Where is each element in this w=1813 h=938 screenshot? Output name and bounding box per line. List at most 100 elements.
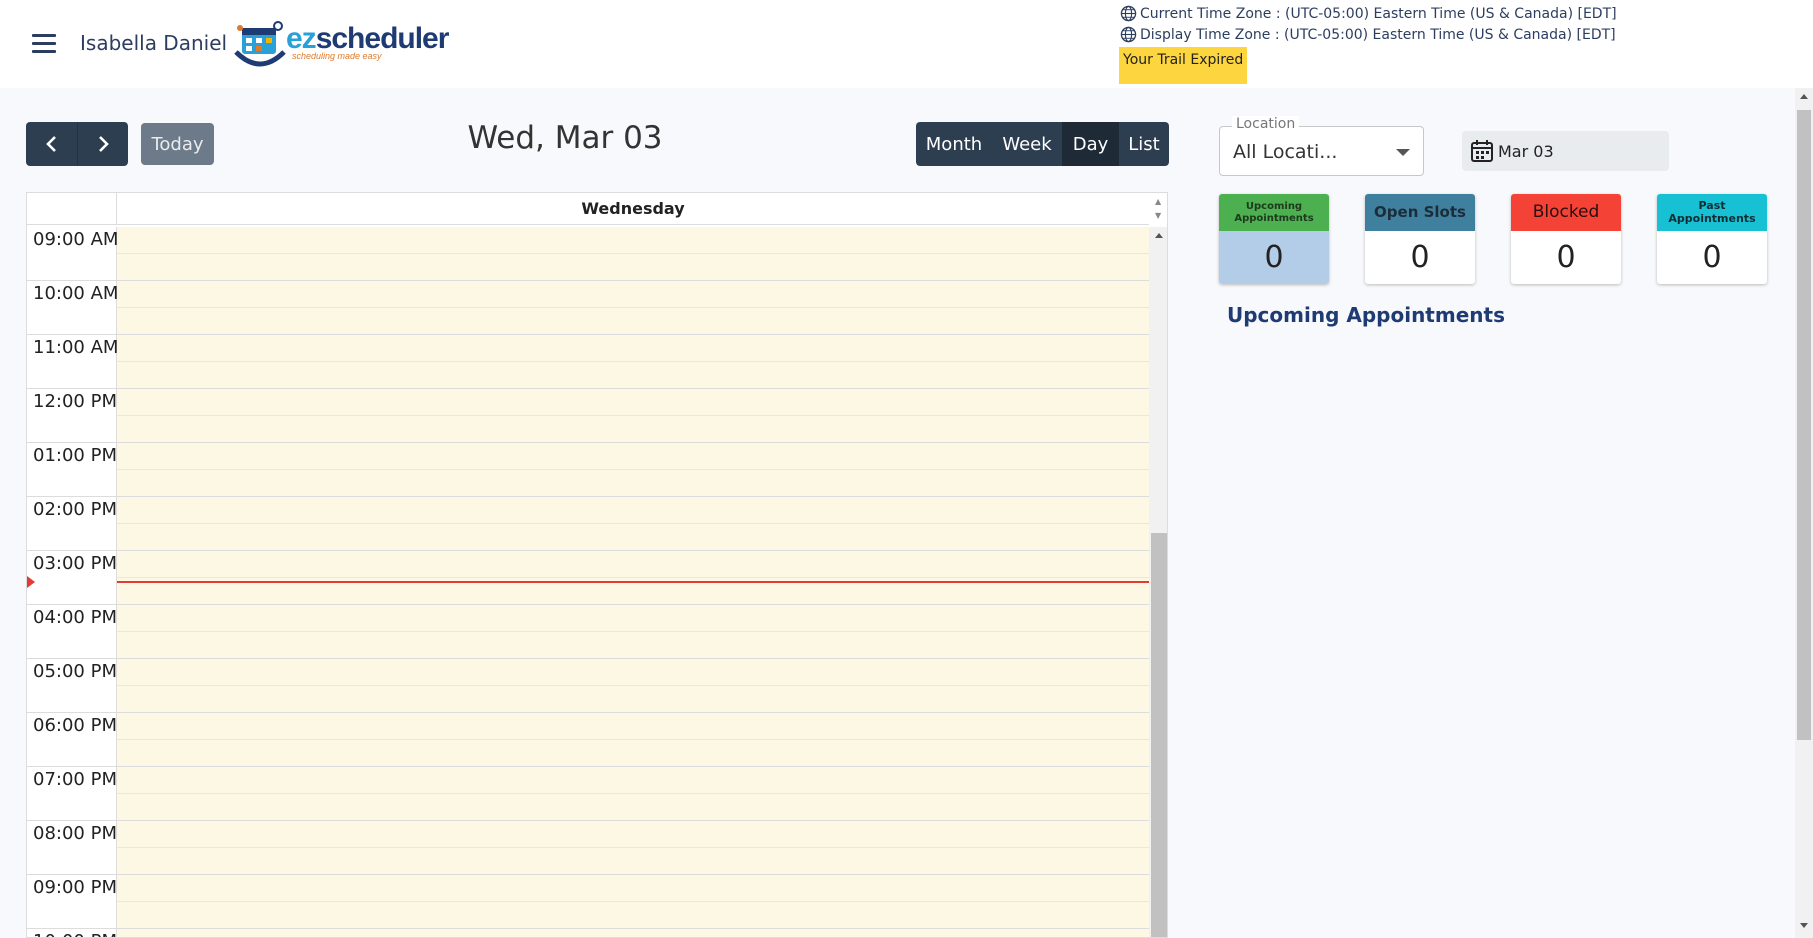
- view-week-button[interactable]: Week: [992, 122, 1062, 166]
- time-slot-label: 05:00 PM: [33, 661, 117, 682]
- hamburger-menu-icon[interactable]: [32, 34, 56, 54]
- trial-expired-badge: Your Trail Expired: [1119, 47, 1248, 84]
- half-hour-gridline: [117, 307, 1149, 308]
- logo-tagline: scheduling made easy: [292, 51, 382, 61]
- half-hour-gridline: [117, 901, 1149, 902]
- ezscheduler-logo[interactable]: ezscheduler scheduling made easy: [232, 18, 449, 70]
- time-slot-row[interactable]: 12:00 PM: [27, 389, 1149, 443]
- next-button[interactable]: [77, 122, 128, 166]
- half-hour-gridline: [117, 253, 1149, 254]
- upcoming-appointments-card[interactable]: Upcoming Appointments 0: [1219, 194, 1329, 284]
- day-calendar: Wednesday ▲ ▼ 09:00 AM 10:00 AM 11:00 AM 12…: [26, 192, 1168, 938]
- location-select[interactable]: All Locati...: [1219, 126, 1424, 176]
- view-day-button[interactable]: Day: [1062, 122, 1119, 166]
- prev-button[interactable]: [26, 122, 77, 166]
- time-slot-row[interactable]: 09:00 PM: [27, 875, 1149, 929]
- calendar-nav-group: [26, 122, 128, 166]
- today-button[interactable]: Today: [141, 123, 214, 165]
- time-slot-row[interactable]: 03:00 PM: [27, 551, 1149, 605]
- time-slot-label: 07:00 PM: [33, 769, 117, 790]
- time-slot-row[interactable]: 08:00 PM: [27, 821, 1149, 875]
- calendar-time-grid: 09:00 AM 10:00 AM 11:00 AM 12:00 PM 01:00 PM…: [27, 227, 1149, 937]
- display-timezone: Display Time Zone : (UTC-05:00) Eastern …: [1120, 26, 1616, 43]
- time-slot-label: 09:00 AM: [33, 229, 119, 250]
- half-hour-gridline: [117, 361, 1149, 362]
- chevron-right-icon: [99, 136, 109, 152]
- blocked-count: 0: [1556, 240, 1576, 275]
- top-header: Isabella Daniel ezscheduler scheduling m…: [0, 0, 1813, 88]
- date-picker-value: Mar 03: [1498, 141, 1554, 161]
- now-indicator-arrow: [27, 576, 35, 588]
- time-slot-label: 08:00 PM: [33, 823, 117, 844]
- time-slot-label: 03:00 PM: [33, 553, 117, 574]
- page-scrollbar[interactable]: [1795, 88, 1813, 938]
- view-list-button[interactable]: List: [1119, 122, 1169, 166]
- half-hour-gridline: [117, 847, 1149, 848]
- upcoming-appointments-heading: Upcoming Appointments: [1227, 303, 1505, 327]
- scroll-up-arrow-icon[interactable]: [1800, 94, 1808, 99]
- user-name: Isabella Daniel: [80, 31, 228, 55]
- page-scrollbar-thumb[interactable]: [1797, 110, 1811, 740]
- blocked-card[interactable]: Blocked 0: [1511, 194, 1621, 284]
- upcoming-appointments-label: Upcoming Appointments: [1219, 194, 1329, 231]
- half-hour-gridline: [117, 631, 1149, 632]
- half-hour-gridline: [117, 739, 1149, 740]
- time-slot-label: 10:00 PM: [33, 931, 117, 937]
- calendar-title: Wed, Mar 03: [467, 120, 663, 156]
- caret-down-icon: [1396, 149, 1410, 156]
- time-slot-row[interactable]: 02:00 PM: [27, 497, 1149, 551]
- past-appointments-label: Past Appointments: [1657, 194, 1767, 231]
- date-picker[interactable]: Mar 03: [1462, 131, 1669, 171]
- header-scroll-arrows[interactable]: ▲ ▼: [1149, 193, 1167, 225]
- current-timezone-text: Current Time Zone : (UTC-05:00) Eastern …: [1140, 5, 1617, 22]
- time-slot-row[interactable]: 05:00 PM: [27, 659, 1149, 713]
- half-hour-gridline: [117, 685, 1149, 686]
- open-slots-count: 0: [1410, 240, 1430, 275]
- view-switcher: Month Week Day List: [916, 122, 1169, 166]
- time-slot-label: 06:00 PM: [33, 715, 117, 736]
- half-hour-gridline: [117, 415, 1149, 416]
- view-month-button[interactable]: Month: [916, 122, 992, 166]
- time-slot-row[interactable]: 09:00 AM: [27, 227, 1149, 281]
- day-column-header: Wednesday: [581, 199, 685, 218]
- time-slot-label: 10:00 AM: [33, 283, 119, 304]
- blocked-label: Blocked: [1511, 194, 1621, 231]
- time-slot-label: 12:00 PM: [33, 391, 117, 412]
- logo-calendar-icon: [234, 21, 286, 67]
- time-slot-label: 09:00 PM: [33, 877, 117, 898]
- time-slot-row[interactable]: 04:00 PM: [27, 605, 1149, 659]
- open-slots-label: Open Slots: [1365, 194, 1475, 231]
- half-hour-gridline: [117, 523, 1149, 524]
- time-slot-row[interactable]: 10:00 AM: [27, 281, 1149, 335]
- globe-icon: [1120, 26, 1137, 43]
- scroll-up-arrow-icon[interactable]: [1155, 233, 1163, 238]
- upcoming-appointments-count: 0: [1219, 231, 1329, 284]
- globe-icon: [1120, 5, 1137, 22]
- calendar-header: Wednesday ▲ ▼: [27, 193, 1167, 225]
- time-slot-row[interactable]: 11:00 AM: [27, 335, 1149, 389]
- time-slot-label: 01:00 PM: [33, 445, 117, 466]
- open-slots-card[interactable]: Open Slots 0: [1365, 194, 1475, 284]
- half-hour-gridline: [117, 469, 1149, 470]
- time-slot-row[interactable]: 01:00 PM: [27, 443, 1149, 497]
- display-timezone-text: Display Time Zone : (UTC-05:00) Eastern …: [1140, 26, 1616, 43]
- past-appointments-card[interactable]: Past Appointments 0: [1657, 194, 1767, 284]
- time-slot-row[interactable]: 06:00 PM: [27, 713, 1149, 767]
- chevron-left-icon: [45, 136, 56, 152]
- location-select-value: All Locati...: [1233, 141, 1338, 163]
- time-slot-row[interactable]: 10:00 PM: [27, 929, 1149, 937]
- time-slot-label: 04:00 PM: [33, 607, 117, 628]
- calendar-scrollbar[interactable]: [1149, 227, 1167, 937]
- time-slot-label: 02:00 PM: [33, 499, 117, 520]
- half-hour-gridline: [117, 793, 1149, 794]
- calendar-icon: [1471, 140, 1493, 162]
- half-hour-gridline: [117, 577, 1149, 578]
- scroll-down-arrow-icon[interactable]: [1800, 923, 1808, 928]
- time-gutter-header: [27, 193, 117, 225]
- scroll-down-arrow-icon[interactable]: ▼: [1155, 212, 1161, 220]
- scroll-up-arrow-icon[interactable]: ▲: [1155, 198, 1161, 206]
- now-indicator-line: [117, 581, 1149, 583]
- time-slot-row[interactable]: 07:00 PM: [27, 767, 1149, 821]
- time-slot-label: 11:00 AM: [33, 337, 119, 358]
- calendar-scrollbar-thumb[interactable]: [1151, 533, 1167, 937]
